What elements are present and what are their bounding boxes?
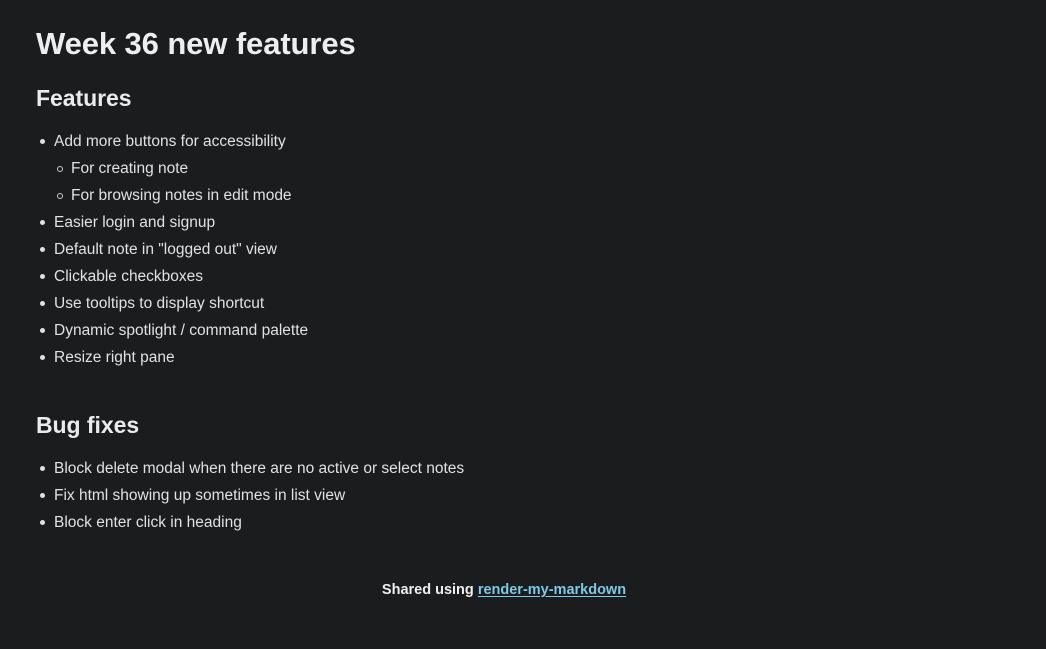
- list-item: Resize right pane: [36, 344, 972, 371]
- list-item: Block delete modal when there are no act…: [36, 455, 972, 482]
- footer-prefix-label: Shared using: [381, 582, 478, 598]
- list-item-label: Default note in "logged out" view: [54, 241, 277, 258]
- list-item: Fix html showing up sometimes in list vi…: [36, 482, 972, 509]
- list-item-label: Dynamic spotlight / command palette: [54, 322, 309, 339]
- list-item: Block enter click in heading: [36, 509, 972, 536]
- list-item: Add more buttons for accessibility: [36, 128, 972, 155]
- list-item-label: Clickable checkboxes: [54, 268, 204, 285]
- bullet-icon: [40, 466, 45, 471]
- page-title: Week 36 new features: [36, 26, 356, 61]
- bug-fixes-list: Block delete modal when there are no act…: [36, 439, 972, 536]
- list-item: Default note in "logged out" view: [36, 236, 972, 263]
- list-item: Use tooltips to display shortcut: [36, 290, 972, 317]
- bullet-icon: [40, 493, 45, 498]
- list-item: Clickable checkboxes: [36, 263, 972, 290]
- list-item-label: Use tooltips to display shortcut: [54, 295, 265, 312]
- bullet-icon: [40, 355, 45, 360]
- section-heading-bug-fixes: Bug fixes: [36, 412, 140, 438]
- markdown-document: Week 36 new features Features Add more b…: [0, 0, 1008, 600]
- render-my-markdown-link[interactable]: render-my-markdown: [478, 582, 626, 598]
- markdown-page: Week 36 new features Features Add more b…: [0, 0, 1046, 649]
- list-item-label: Block delete modal when there are no act…: [54, 460, 465, 477]
- list-item: For creating note: [36, 155, 972, 182]
- bullet-icon: [40, 328, 45, 333]
- hollow-bullet-icon: [57, 193, 63, 199]
- list-item: Dynamic spotlight / command palette: [36, 317, 972, 344]
- bullet-icon: [40, 220, 45, 225]
- list-item: For browsing notes in edit mode: [36, 182, 972, 209]
- bullet-icon: [40, 301, 45, 306]
- bullet-icon: [40, 139, 45, 144]
- section-heading-features: Features: [36, 85, 132, 111]
- list-item-label: Fix html showing up sometimes in list vi…: [54, 487, 346, 504]
- list-item-label: Easier login and signup: [54, 214, 216, 231]
- list-item-label: Block enter click in heading: [54, 514, 242, 531]
- list-item: Easier login and signup: [36, 209, 972, 236]
- hollow-bullet-icon: [57, 166, 63, 172]
- footer-attribution: Shared using render-my-markdown: [36, 536, 972, 600]
- bullet-icon: [40, 247, 45, 252]
- list-item-label: For creating note: [71, 160, 189, 177]
- bullet-icon: [40, 274, 45, 279]
- list-item-label: Resize right pane: [54, 349, 175, 366]
- list-item-label: For browsing notes in edit mode: [71, 187, 292, 204]
- list-item-label: Add more buttons for accessibility: [54, 133, 286, 150]
- features-list: Add more buttons for accessibility For c…: [36, 112, 972, 371]
- bullet-icon: [40, 520, 45, 525]
